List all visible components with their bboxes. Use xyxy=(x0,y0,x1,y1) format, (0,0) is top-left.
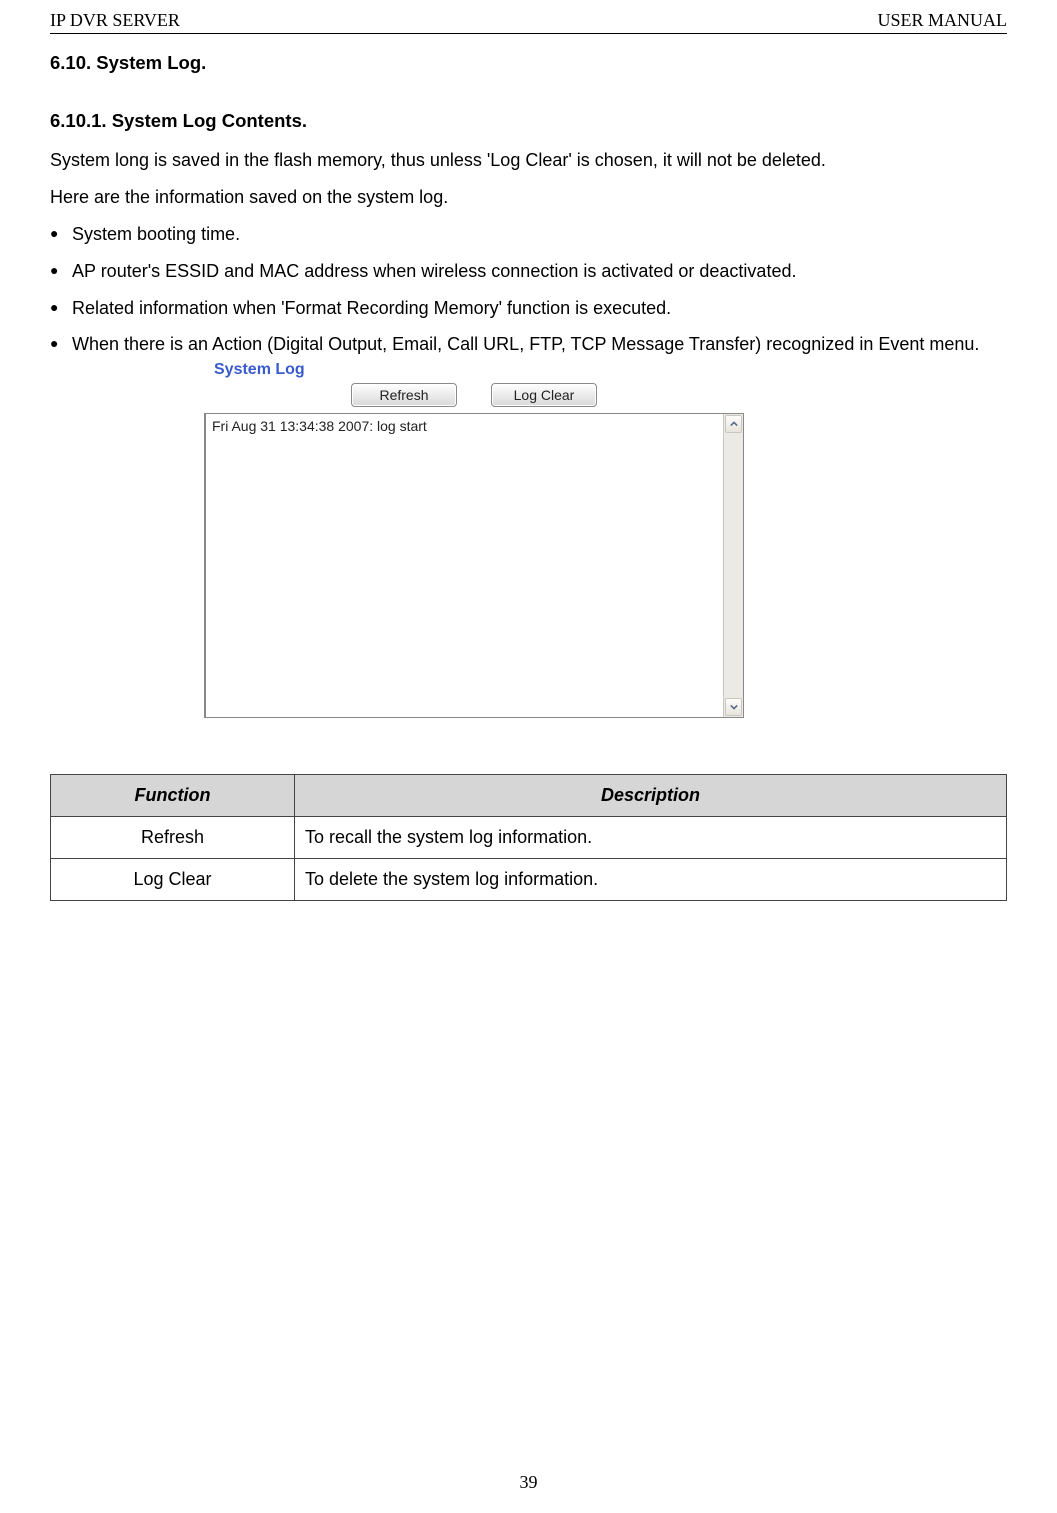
intro-line-1: System long is saved in the flash memory… xyxy=(50,142,1007,179)
bullet-item: AP router's ESSID and MAC address when w… xyxy=(50,253,1007,290)
section-number: 6.10. xyxy=(50,52,91,73)
subsection-number: 6.10.1. xyxy=(50,110,107,131)
scroll-down-button[interactable] xyxy=(725,698,742,716)
figure-title: System Log xyxy=(214,361,744,379)
scroll-up-button[interactable] xyxy=(725,415,742,433)
table-row: Log Clear To delete the system log infor… xyxy=(51,858,1007,900)
section-heading: 6.10. System Log. xyxy=(50,52,1007,74)
bullet-item: Related information when 'Format Recordi… xyxy=(50,290,1007,327)
chevron-down-icon xyxy=(730,703,738,711)
scrollbar[interactable] xyxy=(723,414,743,717)
bullet-item: System booting time. xyxy=(50,216,1007,253)
bullet-list: System booting time. AP router's ESSID a… xyxy=(50,216,1007,364)
table-cell-description: To delete the system log information. xyxy=(295,858,1007,900)
section-title: System Log. xyxy=(96,52,206,73)
bullet-item: When there is an Action (Digital Output,… xyxy=(50,326,1007,363)
function-table: Function Description Refresh To recall t… xyxy=(50,774,1007,900)
log-textarea[interactable]: Fri Aug 31 13:34:38 2007: log start xyxy=(204,413,744,718)
refresh-button[interactable]: Refresh xyxy=(351,383,457,407)
header-right: USER MANUAL xyxy=(877,10,1007,31)
table-header-function: Function xyxy=(51,775,295,817)
page-number: 39 xyxy=(0,1472,1057,1493)
header-left: IP DVR SERVER xyxy=(50,10,180,31)
table-cell-description: To recall the system log information. xyxy=(295,817,1007,859)
subsection-heading: 6.10.1. System Log Contents. xyxy=(50,110,1007,132)
intro-line-2: Here are the information saved on the sy… xyxy=(50,179,1007,216)
table-row: Refresh To recall the system log informa… xyxy=(51,817,1007,859)
system-log-figure: System Log Refresh Log Clear Fri Aug 31 … xyxy=(204,361,744,718)
log-entry: Fri Aug 31 13:34:38 2007: log start xyxy=(206,414,723,717)
table-cell-function: Log Clear xyxy=(51,858,295,900)
subsection-title: System Log Contents. xyxy=(112,110,307,131)
table-header-row: Function Description xyxy=(51,775,1007,817)
page-header: IP DVR SERVER USER MANUAL xyxy=(50,10,1007,34)
figure-button-row: Refresh Log Clear xyxy=(204,383,744,407)
table-header-description: Description xyxy=(295,775,1007,817)
log-clear-button[interactable]: Log Clear xyxy=(491,383,597,407)
table-cell-function: Refresh xyxy=(51,817,295,859)
chevron-up-icon xyxy=(730,420,738,428)
